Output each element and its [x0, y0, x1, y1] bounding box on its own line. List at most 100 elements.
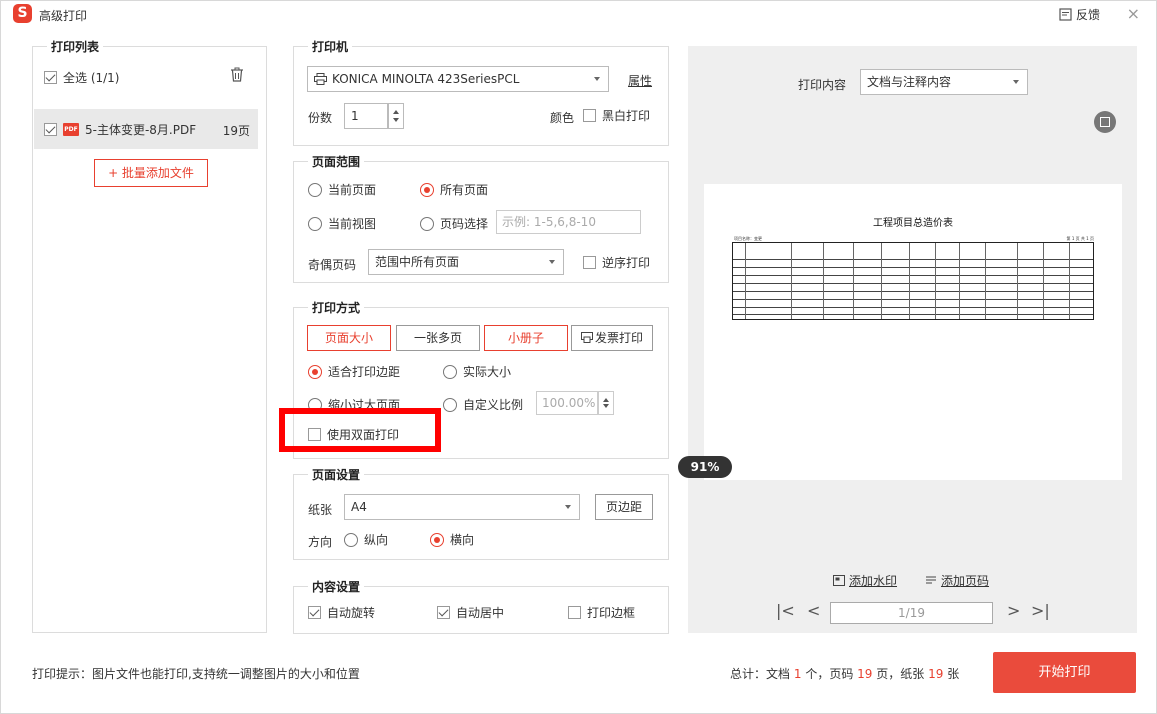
odd-even-select[interactable]: 范围中所有页面: [368, 249, 564, 275]
title-bar: S 高级打印 反馈 ×: [1, 1, 1156, 29]
page-select-input[interactable]: 示例: 1-5,6,8-10: [496, 210, 641, 234]
print-content-value: 文档与注释内容: [867, 75, 952, 89]
actual-size-label: 实际大小: [463, 365, 512, 379]
reverse-print-check-icon: [583, 256, 596, 269]
mode-invoice-button[interactable]: 发票打印: [571, 325, 653, 351]
radio-fit-margin[interactable]: 适合打印边距: [308, 363, 400, 380]
select-all-check-icon: [44, 71, 57, 84]
bw-print-checkbox[interactable]: 黑白打印: [583, 107, 650, 124]
summary-mid2: 页，纸张: [876, 667, 925, 681]
portrait-label: 纵向: [364, 533, 389, 547]
summary-mid1: 个，页码: [805, 667, 854, 681]
printer-properties-link[interactable]: 属性: [628, 72, 652, 89]
print-hint: 打印提示：图片文件也能打印,支持统一调整图片的大小和位置: [32, 667, 360, 681]
reverse-print-label: 逆序打印: [602, 256, 651, 270]
mode-page-size-button[interactable]: 页面大小: [307, 325, 391, 351]
summary-suffix: 张: [947, 667, 960, 681]
pdf-file-icon: PDF: [63, 122, 79, 136]
summary-prefix: 总计：文档: [730, 667, 791, 681]
radio-portrait[interactable]: 纵向: [344, 531, 388, 548]
custom-scale-label: 自定义比例: [463, 398, 524, 412]
printer-name: KONICA MINOLTA 423SeriesPCL: [332, 72, 520, 86]
radio-landscape[interactable]: 横向: [430, 531, 474, 548]
print-border-check-icon: [568, 606, 581, 619]
last-page-icon[interactable]: >|: [1031, 601, 1050, 620]
radio-portrait-icon: [344, 532, 358, 547]
file-checkbox[interactable]: [44, 122, 57, 136]
print-preview-panel: 打印内容 文档与注释内容 工程项目总造价表 项目名称：变更 第 1 页 共 1 …: [688, 46, 1137, 633]
radio-current-view[interactable]: 当前视图: [308, 215, 376, 232]
copies-label: 份数: [308, 111, 333, 125]
fullscreen-icon[interactable]: [1094, 111, 1116, 133]
duplex-print-checkbox[interactable]: 使用双面打印: [308, 426, 399, 443]
custom-scale-input[interactable]: 100.00%: [536, 391, 598, 415]
trash-icon[interactable]: [230, 67, 244, 82]
print-method-group: 打印方式 页面大小 一张多页 小册子 发票打印 适合打印边距 实际大小 缩小过大…: [293, 299, 669, 459]
shrink-label: 缩小过大页面: [328, 398, 401, 412]
landscape-label: 横向: [450, 533, 475, 547]
page-margin-button[interactable]: 页边距: [595, 494, 653, 520]
printer-legend: 打印机: [308, 38, 353, 55]
color-label: 颜色: [550, 111, 575, 125]
start-print-button[interactable]: 开始打印: [993, 652, 1136, 693]
auto-rotate-check-icon: [308, 606, 321, 619]
page-setup-group: 页面设置 纸张 A4 页边距 方向 纵向 横向: [293, 466, 669, 560]
select-all-checkbox[interactable]: 全选 (1/1): [44, 69, 120, 86]
print-list-panel: 打印列表 全选 (1/1) PDF 5-主体变更-8月.PDF 19页 + 批量…: [32, 38, 267, 633]
current-view-label: 当前视图: [328, 217, 377, 231]
reverse-print-checkbox[interactable]: 逆序打印: [583, 254, 650, 271]
radio-actual-size-icon: [443, 364, 457, 379]
dialog-title: 高级打印: [39, 9, 88, 23]
invoice-label: 发票打印: [594, 331, 643, 345]
print-method-legend: 打印方式: [308, 299, 365, 316]
paper-select[interactable]: A4: [344, 494, 580, 520]
printer-select[interactable]: KONICA MINOLTA 423SeriesPCL: [307, 66, 609, 92]
radio-custom-scale[interactable]: 自定义比例: [443, 396, 523, 413]
auto-center-label: 自动居中: [456, 606, 505, 620]
next-page-icon[interactable]: >: [1007, 601, 1020, 620]
feedback-button[interactable]: 反馈: [1059, 6, 1100, 23]
fit-margin-label: 适合打印边距: [328, 365, 401, 379]
radio-landscape-icon: [430, 532, 444, 547]
radio-page-select[interactable]: 页码选择: [420, 215, 488, 232]
print-border-label: 打印边框: [587, 606, 636, 620]
chevron-down-icon: [549, 260, 555, 264]
auto-center-check-icon: [437, 606, 450, 619]
chevron-down-icon: [1013, 80, 1019, 84]
radio-shrink-oversized[interactable]: 缩小过大页面: [308, 396, 400, 413]
copies-input[interactable]: 1: [344, 103, 388, 129]
close-button[interactable]: ×: [1127, 4, 1140, 23]
odd-even-value: 范围中所有页面: [375, 255, 460, 269]
add-page-number-button[interactable]: 添加页码: [925, 572, 989, 589]
radio-current-page[interactable]: 当前页面: [308, 181, 376, 198]
radio-actual-size[interactable]: 实际大小: [443, 363, 511, 380]
duplex-label: 使用双面打印: [327, 428, 400, 442]
radio-all-pages[interactable]: 所有页面: [420, 181, 488, 198]
file-list-item[interactable]: PDF 5-主体变更-8月.PDF 19页: [34, 109, 258, 149]
print-border-checkbox[interactable]: 打印边框: [568, 604, 635, 621]
add-page-number-label: 添加页码: [941, 574, 990, 588]
orientation-label: 方向: [308, 535, 333, 549]
print-content-select[interactable]: 文档与注释内容: [860, 69, 1028, 95]
select-all-label: 全选 (1/1): [63, 71, 120, 85]
first-page-icon[interactable]: |<: [776, 601, 795, 620]
page-range-legend: 页面范围: [308, 153, 365, 170]
copies-stepper[interactable]: [388, 103, 404, 129]
page-number-input[interactable]: 1/19: [830, 602, 993, 624]
printer-group: 打印机 KONICA MINOLTA 423SeriesPCL 属性 份数 1 …: [293, 38, 669, 146]
batch-add-files-button[interactable]: + 批量添加文件: [94, 159, 208, 187]
mode-multi-page-button[interactable]: 一张多页: [396, 325, 480, 351]
add-watermark-button[interactable]: 添加水印: [833, 572, 897, 589]
custom-scale-stepper[interactable]: [598, 391, 614, 415]
feedback-label: 反馈: [1075, 8, 1100, 22]
bw-print-label: 黑白打印: [602, 109, 651, 123]
bw-print-check-icon: [583, 109, 596, 122]
feedback-icon: [1059, 8, 1072, 21]
auto-rotate-checkbox[interactable]: 自动旋转: [308, 604, 375, 621]
paper-label: 纸张: [308, 503, 333, 517]
page-setup-legend: 页面设置: [308, 466, 365, 483]
auto-center-checkbox[interactable]: 自动居中: [437, 604, 504, 621]
prev-page-icon[interactable]: <: [807, 601, 820, 620]
mode-booklet-button[interactable]: 小册子: [484, 325, 568, 351]
doc-count: 1: [793, 667, 802, 681]
